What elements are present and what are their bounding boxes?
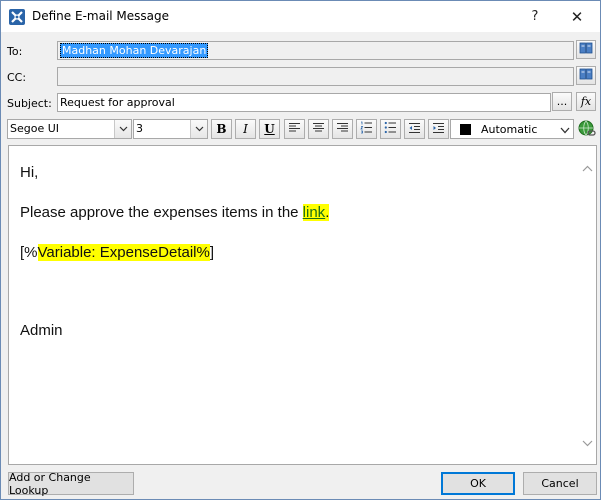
outdent-icon — [408, 122, 421, 137]
define-email-dialog: Define E-mail Message ? ✕ To: Madhan Moh… — [0, 0, 601, 500]
color-label: Automatic — [481, 123, 538, 136]
to-label: To: — [7, 45, 23, 58]
italic-button[interactable]: I — [235, 119, 256, 139]
function-icon: fx — [580, 95, 592, 108]
subject-field[interactable]: Request for approval — [57, 93, 551, 112]
expense-detail-variable: Variable: ExpenseDetail% — [37, 244, 210, 261]
globe-link-icon — [577, 120, 597, 142]
bold-button[interactable]: B — [211, 119, 232, 139]
signature-text: Admin — [20, 322, 63, 339]
align-right-icon — [336, 122, 349, 136]
to-address-book-button[interactable] — [576, 40, 596, 59]
subject-ellipsis-button[interactable]: ... — [552, 92, 572, 111]
variable-close: ] — [209, 244, 215, 261]
align-left-button[interactable] — [284, 119, 305, 139]
bullet-list-icon — [384, 121, 397, 137]
greeting-line: Hi, — [20, 164, 38, 181]
title-bar: Define E-mail Message ? ✕ — [1, 1, 600, 32]
add-change-lookup-button[interactable]: Add or Change Lookup — [8, 471, 134, 497]
cc-field[interactable] — [57, 67, 574, 86]
details-link[interactable]: link — [303, 204, 326, 221]
color-swatch — [460, 124, 471, 135]
help-button[interactable]: ? — [512, 1, 558, 32]
signature-line: Admin — [20, 322, 63, 339]
chevron-down-icon — [190, 120, 207, 138]
insert-function-button[interactable]: fx — [576, 92, 596, 111]
window-title: Define E-mail Message — [32, 9, 170, 23]
app-icon — [9, 9, 25, 25]
numbered-list-button[interactable] — [356, 119, 377, 139]
font-color-select[interactable]: Automatic — [450, 119, 574, 139]
body-line: Please approve the expenses items in the… — [20, 204, 330, 221]
cancel-button[interactable]: Cancel — [523, 472, 597, 495]
body-period: . — [325, 204, 330, 221]
font-size-value: 3 — [136, 122, 143, 135]
to-value: Madhan Mohan Devarajan — [60, 43, 209, 58]
scroll-up-icon[interactable] — [582, 163, 593, 174]
increase-indent-button[interactable] — [428, 119, 449, 139]
underline-button[interactable]: U — [259, 119, 280, 139]
body-text: Please approve the expenses items in the — [20, 204, 303, 221]
align-center-icon — [312, 122, 325, 136]
align-center-button[interactable] — [308, 119, 329, 139]
align-right-button[interactable] — [332, 119, 353, 139]
scroll-down-icon[interactable] — [582, 438, 593, 449]
cc-label: CC: — [7, 71, 27, 84]
ok-button[interactable]: OK — [441, 472, 515, 495]
to-field[interactable]: Madhan Mohan Devarajan — [57, 41, 574, 60]
vertical-scrollbar[interactable] — [579, 146, 596, 464]
bullet-list-button[interactable] — [380, 119, 401, 139]
chevron-down-icon — [560, 124, 570, 137]
address-book-icon — [579, 68, 593, 83]
insert-hyperlink-button[interactable] — [577, 119, 597, 139]
subject-label: Subject: — [7, 97, 52, 110]
address-book-icon — [579, 42, 593, 57]
chevron-down-icon — [114, 120, 131, 138]
indent-icon — [432, 122, 445, 137]
greeting-text: Hi, — [20, 164, 39, 181]
numbered-list-icon — [360, 121, 373, 137]
variable-open: [% — [20, 244, 38, 261]
align-left-icon — [288, 122, 301, 136]
variable-line: [%Variable: ExpenseDetail%] — [20, 244, 214, 261]
font-name-select[interactable]: Segoe UI — [7, 119, 132, 139]
message-body-editor[interactable]: Hi, Please approve the expenses items in… — [8, 145, 597, 465]
font-name-value: Segoe UI — [10, 122, 60, 135]
decrease-indent-button[interactable] — [404, 119, 425, 139]
close-button[interactable]: ✕ — [554, 1, 600, 32]
font-size-select[interactable]: 3 — [133, 119, 208, 139]
cc-address-book-button[interactable] — [576, 66, 596, 85]
